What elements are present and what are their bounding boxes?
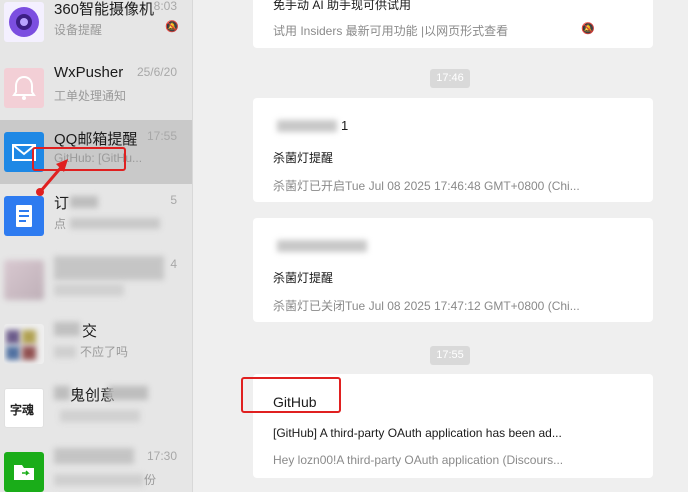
- chat-item-blurred-4[interactable]: 4: [0, 248, 192, 312]
- chat-name: 交: [82, 323, 98, 340]
- card-subtitle: 杀菌灯提醒: [273, 151, 334, 165]
- redaction: [277, 240, 367, 252]
- card-detail: Hey lozn00!A third-party OAuth applicati…: [273, 453, 564, 467]
- avatar-text: 字魂: [10, 403, 35, 417]
- message-card-2[interactable]: 杀菌灯提醒 杀菌灯已关闭Tue Jul 08 2025 17:47:12 GMT…: [253, 218, 653, 322]
- message-pane: 免手动 AI 助手现可供试用 试用 Insiders 最新可用功能 |以网页形式…: [194, 0, 688, 492]
- card-subtitle: 杀菌灯提醒: [273, 271, 334, 285]
- message-card-1[interactable]: 1 杀菌灯提醒 杀菌灯已开启Tue Jul 08 2025 17:46:48 G…: [253, 98, 653, 202]
- chat-name: WxPusher: [54, 64, 124, 81]
- timestamp-pill: 17:55: [430, 346, 470, 365]
- redaction: [54, 448, 134, 464]
- blurred-avatar: [4, 260, 44, 300]
- zihun-avatar: 字魂: [4, 388, 44, 428]
- chat-item-wxpusher[interactable]: WxPusher 25/6/20 工单处理通知: [0, 56, 192, 120]
- mute-bell-icon: 🔕: [165, 21, 179, 33]
- chat-time: 5: [170, 193, 177, 207]
- chat-preview: 点: [54, 217, 67, 231]
- chat-preview: 工单处理通知: [54, 89, 127, 103]
- group-avatar: [4, 324, 44, 364]
- folder-avatar-icon: [4, 452, 44, 492]
- chat-item-5[interactable]: 交 不应了吗: [0, 312, 192, 376]
- redaction: [54, 386, 70, 400]
- mute-bell-icon: 🔕: [581, 23, 595, 35]
- card-detail: 杀菌灯已关闭Tue Jul 08 2025 17:47:12 GMT+0800 …: [273, 299, 580, 313]
- card-title: 1: [341, 118, 349, 133]
- chat-name: QQ邮箱提醒: [54, 131, 138, 148]
- message-card-top[interactable]: 免手动 AI 助手现可供试用 试用 Insiders 最新可用功能 |以网页形式…: [253, 0, 653, 48]
- chat-name: 360智能摄像机: [54, 1, 155, 18]
- redaction: [70, 218, 160, 229]
- 360-camera-avatar: [4, 2, 44, 42]
- chat-time: 17:55: [146, 129, 177, 143]
- card-detail: 试用 Insiders 最新可用功能 |以网页形式查看: [273, 24, 509, 38]
- chat-time: 17:30: [146, 449, 177, 463]
- redaction: [54, 474, 144, 486]
- card-subtitle: [GitHub] A third-party OAuth application…: [273, 426, 562, 440]
- redaction: [277, 120, 337, 132]
- redaction: [60, 410, 140, 422]
- card-detail: 杀菌灯已开启Tue Jul 08 2025 17:46:48 GMT+0800 …: [273, 179, 580, 193]
- timestamp-pill: 17:46: [430, 69, 470, 88]
- annotation-arrow-icon: [36, 159, 68, 196]
- chat-item-360-camera[interactable]: 360智能摄像机 8:03 设备提醒 🔕: [0, 0, 192, 54]
- chat-preview: 设备提醒: [54, 23, 103, 37]
- bell-avatar-icon: [4, 68, 44, 108]
- redaction: [54, 256, 164, 280]
- chat-time: 25/6/20: [136, 65, 177, 79]
- chat-time: 4: [170, 257, 177, 271]
- card-title: 免手动 AI 助手现可供试用: [273, 0, 412, 12]
- redaction: [54, 346, 76, 358]
- chat-item-6[interactable]: 字魂 鬼创意: [0, 376, 192, 440]
- chat-preview: 份: [144, 473, 157, 487]
- redaction: [108, 386, 148, 400]
- annotation-box: [241, 377, 341, 413]
- document-avatar-icon: [4, 196, 44, 236]
- chat-list: 360智能摄像机 8:03 设备提醒 🔕 WxPusher 25/6/20 工单…: [0, 0, 193, 492]
- chat-time: 8:03: [153, 0, 177, 13]
- chat-preview: 不应了吗: [80, 345, 129, 359]
- chat-item-7[interactable]: 17:30 份: [0, 440, 192, 492]
- redaction: [54, 284, 124, 296]
- redaction: [54, 322, 80, 336]
